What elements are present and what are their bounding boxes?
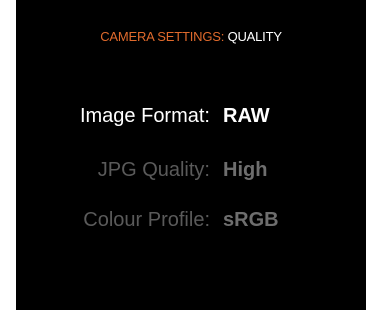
setting-value[interactable]: RAW: [223, 105, 270, 128]
setting-value[interactable]: sRGB: [223, 209, 279, 232]
setting-row-image-format[interactable]: Image Format: RAW: [16, 105, 366, 133]
setting-row-jpg-quality[interactable]: JPG Quality: High: [16, 159, 366, 187]
setting-label: Colour Profile:: [83, 209, 210, 231]
camera-settings-screen: CAMERA SETTINGS: QUALITY Image Format: R…: [16, 0, 366, 310]
settings-page-name: QUALITY: [227, 29, 282, 44]
title-separator: :: [220, 29, 225, 44]
screen-title: CAMERA SETTINGS: QUALITY: [16, 29, 366, 44]
settings-category: CAMERA SETTINGS: [100, 29, 221, 44]
setting-value[interactable]: High: [223, 159, 267, 182]
setting-label: JPG Quality:: [97, 159, 210, 181]
setting-row-colour-profile[interactable]: Colour Profile: sRGB: [16, 209, 366, 237]
setting-label: Image Format:: [79, 105, 210, 127]
